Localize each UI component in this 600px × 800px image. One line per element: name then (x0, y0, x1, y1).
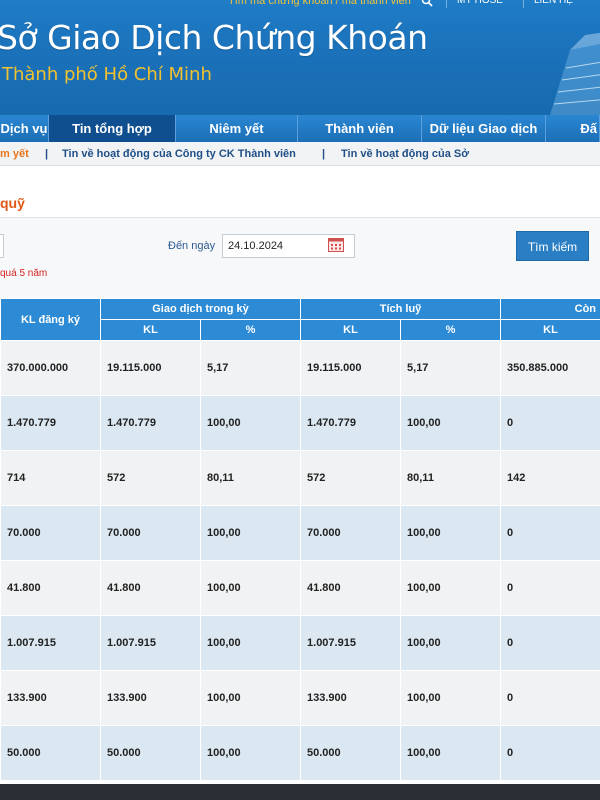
nav-trading-data[interactable]: Dữ liệu Giao dịch (422, 115, 546, 142)
to-date-label: Đến ngày (168, 240, 216, 252)
cell-period-volume: 133.900 (100, 670, 201, 726)
data-table: KL đăng ký Giao dịch trong kỳ Tích luỹ C… (0, 298, 600, 781)
calendar-icon[interactable] (328, 238, 344, 252)
cell-cumulative-volume: 70.000 (300, 505, 402, 561)
subnav-separator: | (45, 148, 49, 160)
cell-period-volume: 572 (100, 450, 201, 506)
table-row: 370.000.000 19.115.000 5,17 19.115.000 5,17 3… (0, 340, 600, 396)
section-header: quỹ (0, 188, 600, 218)
top-bar: Tìm mã chứng khoán / mã thành viên MY HO… (228, 0, 583, 8)
cell-cumulative-volume: 41.800 (300, 560, 402, 616)
table-row: 133.900 133.900 100,00 133.900 100,00 0 (0, 670, 600, 726)
bottom-bar (0, 784, 600, 800)
nav-news[interactable]: Tin tổng hợp (49, 115, 176, 142)
header-kl: KL (300, 319, 402, 341)
building-logo-icon (550, 32, 600, 115)
cell-remaining-volume: 0 (500, 505, 600, 561)
main-nav: Dịch vụ Tin tổng hợp Niêm yết Thành viên… (0, 115, 600, 142)
cell-period-percent: 100,00 (199, 505, 302, 561)
site-subtitle: Thành phố Hồ Chí Minh (2, 64, 212, 85)
cell-remaining-volume: 0 (500, 725, 600, 781)
cell-period-percent: 100,00 (199, 560, 302, 616)
cell-period-volume: 1.470.779 (100, 395, 201, 451)
cell-registered-volume: 50.000 (0, 725, 101, 781)
from-date-field[interactable] (0, 234, 4, 258)
sub-nav: m yết | Tin về hoạt động của Công ty CK … (0, 142, 600, 166)
header-period-trading: Giao dịch trong kỳ (99, 298, 302, 320)
nav-services[interactable]: Dịch vụ (0, 115, 49, 142)
cell-cumulative-percent: 5,17 (400, 340, 502, 396)
cell-cumulative-volume: 572 (300, 450, 402, 506)
header-registered-volume: KL đăng ký (0, 298, 101, 341)
cell-remaining-volume: 0 (500, 670, 600, 726)
cell-cumulative-percent: 100,00 (400, 670, 502, 726)
header-kl: KL (100, 319, 201, 341)
subnav-listing[interactable]: m yết (0, 142, 29, 166)
cell-period-volume: 19.115.000 (100, 340, 201, 396)
cell-cumulative-percent: 100,00 (400, 505, 502, 561)
cell-period-percent: 100,00 (199, 615, 302, 671)
my-hose-link[interactable]: MY HOSE (446, 0, 513, 8)
cell-period-volume: 41.800 (100, 560, 201, 616)
table-row: 1.007.915 1.007.915 100,00 1.007.915 100,00 0 (0, 615, 600, 671)
cell-cumulative-percent: 100,00 (400, 560, 502, 616)
cell-cumulative-volume: 50.000 (300, 725, 402, 781)
subnav-separator: | (322, 148, 326, 160)
date-range-note: quá 5 năm (0, 268, 48, 279)
cell-cumulative-volume: 1.470.779 (300, 395, 402, 451)
search-button[interactable]: Tìm kiếm (516, 231, 589, 261)
header-percent: % (400, 319, 502, 341)
table-row: 41.800 41.800 100,00 41.800 100,00 0 (0, 560, 600, 616)
cell-period-volume: 70.000 (100, 505, 201, 561)
subnav-exchange-news[interactable]: Tin về hoạt động của Sở (341, 142, 469, 166)
cell-registered-volume: 370.000.000 (0, 340, 101, 396)
cell-registered-volume: 41.800 (0, 560, 101, 616)
nav-more[interactable]: Đấ (546, 115, 600, 142)
page-title: quỹ (0, 195, 25, 211)
header-remaining: Còn (500, 298, 600, 320)
contact-link[interactable]: LIÊN HỆ (522, 0, 583, 8)
cell-registered-volume: 714 (0, 450, 101, 506)
nav-listing[interactable]: Niêm yết (176, 115, 298, 142)
cell-cumulative-percent: 80,11 (400, 450, 502, 506)
cell-period-percent: 100,00 (199, 395, 302, 451)
search-icon[interactable] (418, 0, 436, 8)
cell-period-volume: 1.007.915 (100, 615, 201, 671)
cell-registered-volume: 70.000 (0, 505, 101, 561)
cell-cumulative-percent: 100,00 (400, 615, 502, 671)
subnav-member-news[interactable]: Tin về hoạt động của Công ty CK Thành vi… (62, 142, 296, 166)
table-row: 714 572 80,11 572 80,11 142 (0, 450, 600, 506)
cell-registered-volume: 1.007.915 (0, 615, 101, 671)
cell-registered-volume: 133.900 (0, 670, 101, 726)
cell-registered-volume: 1.470.779 (0, 395, 101, 451)
cell-cumulative-volume: 1.007.915 (300, 615, 402, 671)
header-percent: % (199, 319, 302, 341)
filter-panel (0, 218, 600, 298)
cell-remaining-volume: 350.885.000 (500, 340, 600, 396)
header-kl: KL (500, 319, 600, 341)
site-header: Tìm mã chứng khoán / mã thành viên MY HO… (0, 0, 600, 115)
cell-period-volume: 50.000 (100, 725, 201, 781)
header-cumulative: Tích luỹ (300, 298, 502, 320)
cell-remaining-volume: 142 (500, 450, 600, 506)
cell-remaining-volume: 0 (500, 560, 600, 616)
cell-remaining-volume: 0 (500, 395, 600, 451)
cell-cumulative-percent: 100,00 (400, 395, 502, 451)
table-row: 70.000 70.000 100,00 70.000 100,00 0 (0, 505, 600, 561)
cell-period-percent: 5,17 (199, 340, 302, 396)
site-title[interactable]: Sở Giao Dịch Chứng Khoán (0, 18, 428, 57)
cell-remaining-volume: 0 (500, 615, 600, 671)
cell-period-percent: 100,00 (199, 670, 302, 726)
cell-cumulative-percent: 100,00 (400, 725, 502, 781)
cell-period-percent: 100,00 (199, 725, 302, 781)
cell-period-percent: 80,11 (199, 450, 302, 506)
table-row: 50.000 50.000 100,00 50.000 100,00 0 (0, 725, 600, 781)
nav-members[interactable]: Thành viên (298, 115, 422, 142)
cell-cumulative-volume: 133.900 (300, 670, 402, 726)
search-input[interactable]: Tìm mã chứng khoán / mã thành viên (228, 0, 418, 8)
cell-cumulative-volume: 19.115.000 (300, 340, 402, 396)
table-row: 1.470.779 1.470.779 100,00 1.470.779 100,00 0 (0, 395, 600, 451)
